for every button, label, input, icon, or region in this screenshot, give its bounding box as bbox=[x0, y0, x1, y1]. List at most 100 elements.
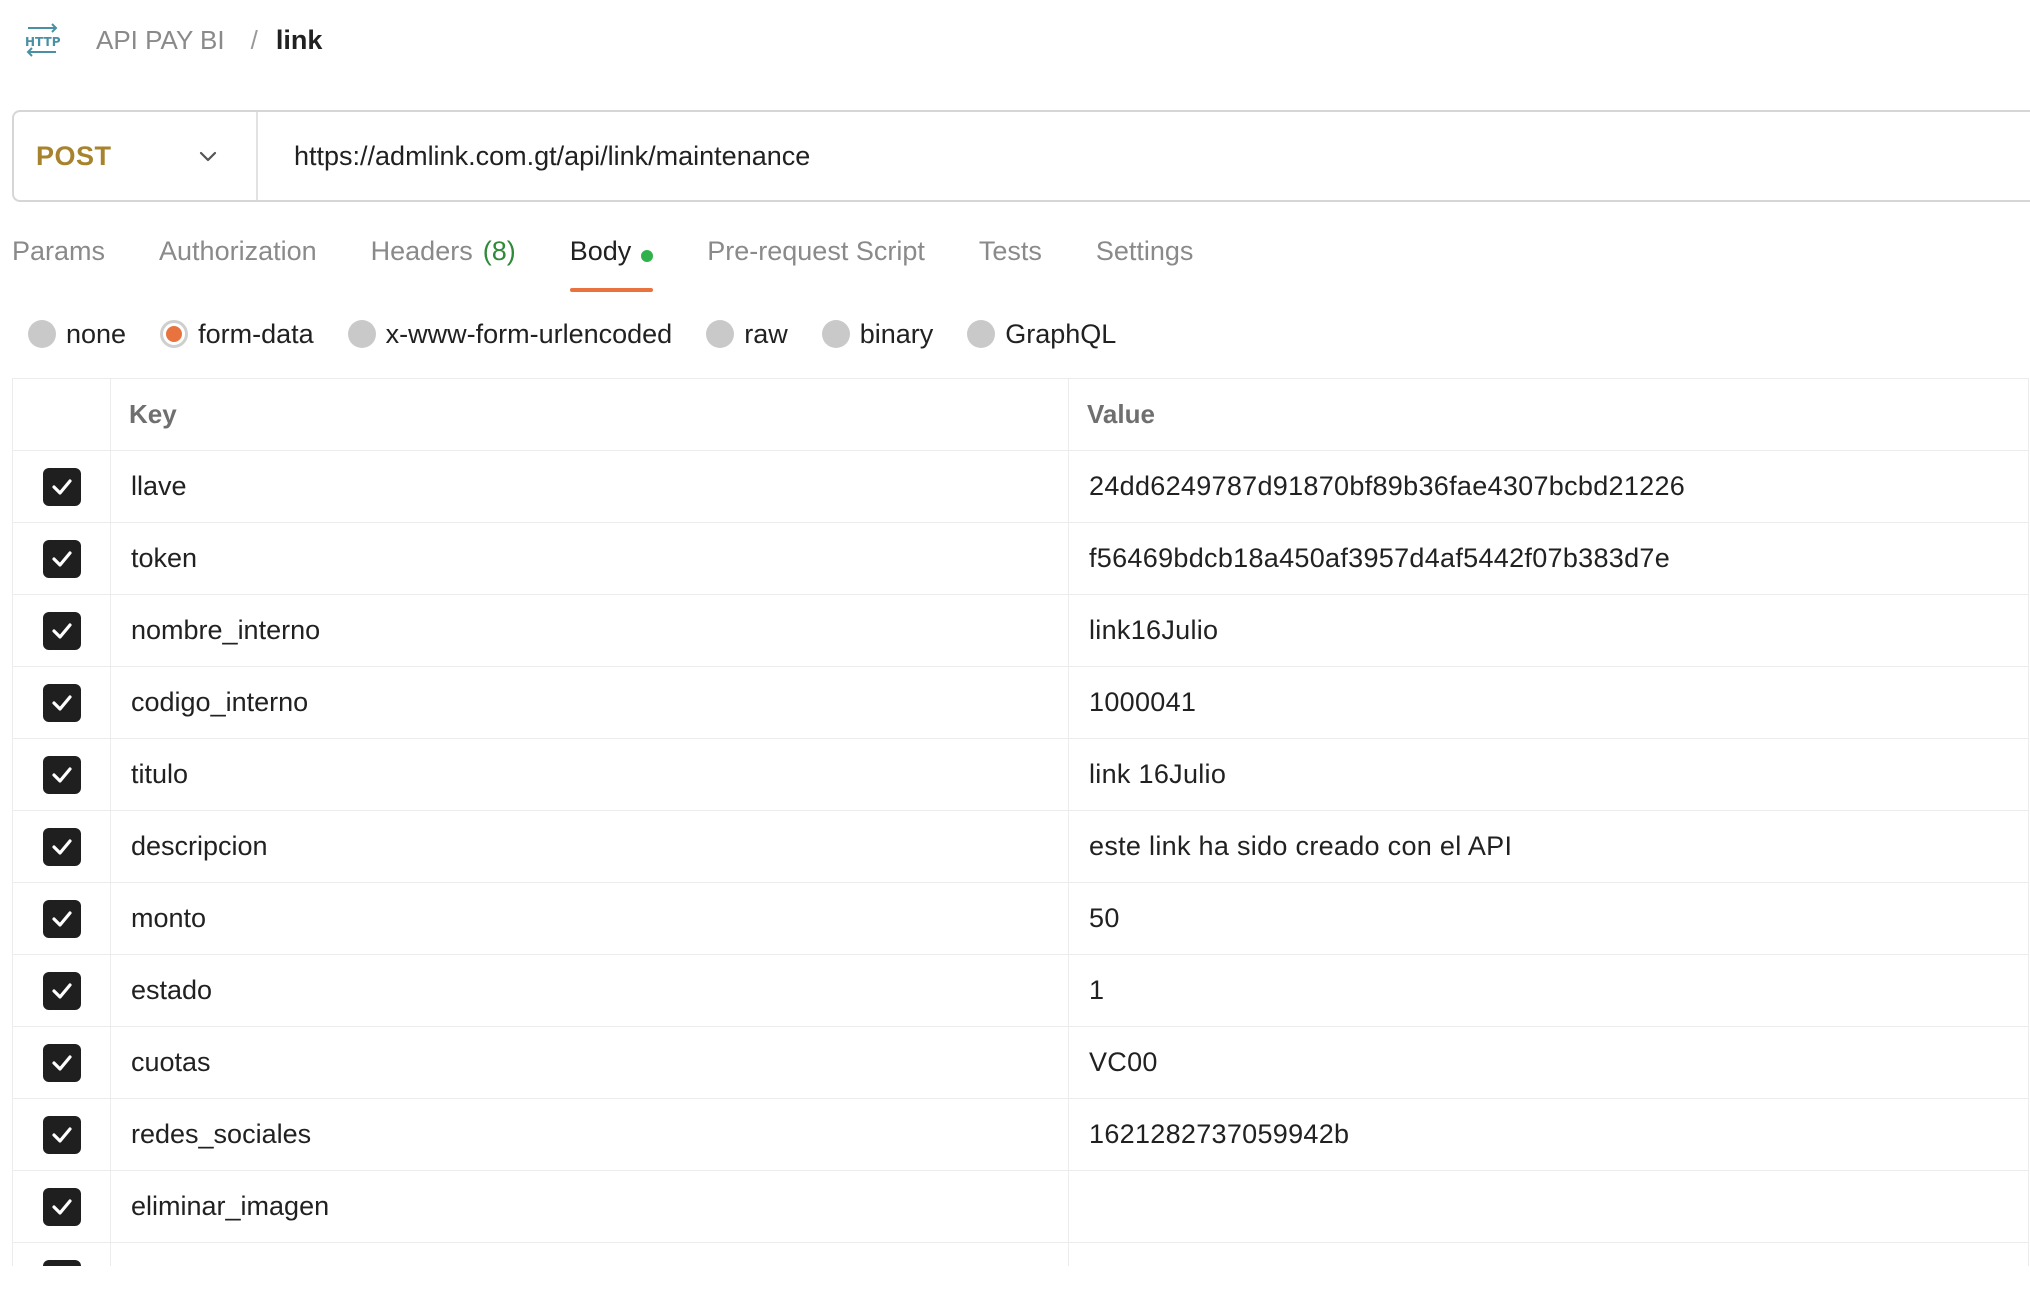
row-value[interactable]: 1621282737059942b bbox=[1068, 1098, 2029, 1171]
svg-text:HTTP: HTTP bbox=[25, 35, 61, 49]
row-key[interactable]: codigo_interno bbox=[110, 666, 1069, 739]
tab-params[interactable]: Params bbox=[12, 232, 105, 292]
radio-label: none bbox=[66, 318, 127, 349]
tab-label: Authorization bbox=[159, 236, 317, 266]
body-indicator-dot bbox=[641, 250, 654, 262]
tab-label: Tests bbox=[978, 236, 1042, 266]
table-row: descripcion este link ha sido creado con… bbox=[12, 810, 2029, 883]
header-key: Key bbox=[110, 378, 1069, 451]
row-checkbox[interactable] bbox=[42, 755, 81, 794]
row-value[interactable]: f56469bdcb18a450af3957d4af5442f07b383d7e bbox=[1068, 522, 2029, 595]
header-value: Value bbox=[1068, 378, 2029, 451]
table-row: llave 24dd6249787d91870bf89b36fae4307bcb… bbox=[12, 450, 2029, 523]
check-icon bbox=[51, 478, 72, 495]
check-icon bbox=[51, 838, 72, 855]
radio-button[interactable] bbox=[706, 320, 735, 348]
row-value[interactable]: 50 bbox=[1068, 882, 2029, 955]
body-type-binary[interactable]: binary bbox=[821, 319, 933, 350]
radio-button[interactable] bbox=[821, 320, 850, 348]
header-checkbox-column bbox=[12, 378, 111, 451]
body-type-raw[interactable]: raw bbox=[706, 319, 788, 350]
tab-label: Headers bbox=[370, 236, 473, 266]
check-icon bbox=[51, 766, 72, 783]
row-checkbox[interactable] bbox=[42, 1043, 81, 1082]
radio-button[interactable] bbox=[28, 320, 56, 348]
row-key[interactable]: llave bbox=[110, 450, 1069, 523]
row-key[interactable]: redes_sociales bbox=[110, 1098, 1069, 1171]
body-type-graphql[interactable]: GraphQL bbox=[967, 319, 1116, 350]
request-tabs: Params Authorization Headers (8) Body Pre… bbox=[12, 232, 1247, 292]
check-icon bbox=[51, 910, 72, 927]
check-icon bbox=[51, 982, 72, 999]
row-key[interactable]: cuotas bbox=[110, 1026, 1069, 1099]
row-checkbox[interactable] bbox=[42, 899, 81, 938]
radio-button[interactable] bbox=[967, 320, 996, 348]
radio-button-selected[interactable] bbox=[160, 320, 189, 348]
method-label: POST bbox=[36, 140, 112, 171]
row-value[interactable] bbox=[1068, 1170, 2029, 1243]
check-icon bbox=[51, 550, 72, 567]
tab-pre-request-script[interactable]: Pre-request Script bbox=[707, 232, 925, 292]
check-icon bbox=[51, 1054, 72, 1071]
row-value[interactable]: 24dd6249787d91870bf89b36fae4307bcbd21226 bbox=[1068, 450, 2029, 523]
row-checkbox[interactable] bbox=[42, 1115, 81, 1154]
body-type-form-data[interactable]: form-data bbox=[160, 319, 314, 350]
url-input[interactable] bbox=[258, 112, 2030, 200]
row-checkbox[interactable] bbox=[42, 467, 81, 506]
row-key[interactable]: monto bbox=[110, 882, 1069, 955]
body-type-none[interactable]: none bbox=[28, 319, 126, 350]
table-row: eliminar_imagen bbox=[12, 1170, 2029, 1243]
row-checkbox[interactable] bbox=[42, 827, 81, 866]
row-value[interactable]: 1000041 bbox=[1068, 666, 2029, 739]
radio-button[interactable] bbox=[347, 320, 376, 348]
tab-label: Params bbox=[12, 236, 106, 266]
row-value[interactable]: link16Julio bbox=[1068, 594, 2029, 667]
tab-label: Settings bbox=[1095, 236, 1194, 266]
check-icon bbox=[51, 1126, 72, 1143]
viewport-cutoff bbox=[0, 1266, 2030, 1300]
tab-tests[interactable]: Tests bbox=[979, 232, 1042, 292]
row-key[interactable]: token bbox=[110, 522, 1069, 595]
table-row: estado 1 bbox=[12, 954, 2029, 1027]
row-key[interactable]: estado bbox=[110, 954, 1069, 1027]
method-select[interactable]: POST bbox=[14, 112, 258, 200]
check-icon bbox=[51, 1198, 72, 1215]
table-row: redes_sociales 1621282737059942b bbox=[12, 1098, 2029, 1171]
breadcrumb-separator: / bbox=[250, 24, 258, 55]
row-value[interactable]: link 16Julio bbox=[1068, 738, 2029, 811]
body-type-urlencoded[interactable]: x-www-form-urlencoded bbox=[347, 318, 673, 350]
table-row: nombre_interno link16Julio bbox=[12, 594, 2029, 667]
row-key[interactable]: nombre_interno bbox=[110, 594, 1069, 667]
row-checkbox[interactable] bbox=[42, 971, 81, 1010]
row-checkbox[interactable] bbox=[42, 539, 81, 578]
form-data-table: Key Value llave 24dd6249787d91870bf89b36… bbox=[12, 378, 2029, 1300]
row-checkbox[interactable] bbox=[42, 611, 81, 650]
row-checkbox[interactable] bbox=[42, 1187, 81, 1226]
row-value[interactable]: 1 bbox=[1068, 954, 2029, 1027]
row-checkbox[interactable] bbox=[42, 683, 81, 722]
table-row: codigo_interno 1000041 bbox=[12, 666, 2029, 739]
tab-label: Pre-request Script bbox=[707, 236, 925, 266]
breadcrumb-request-name[interactable]: link bbox=[276, 25, 323, 56]
tab-label: Body bbox=[569, 236, 632, 266]
tab-authorization[interactable]: Authorization bbox=[159, 232, 317, 292]
row-value[interactable]: VC00 bbox=[1068, 1026, 2029, 1099]
row-key[interactable]: eliminar_imagen bbox=[110, 1170, 1069, 1243]
request-url-bar: POST bbox=[12, 110, 2030, 202]
body-type-options: none form-data x-www-form-urlencoded raw… bbox=[28, 312, 1150, 356]
tab-headers[interactable]: Headers (8) bbox=[371, 232, 516, 292]
check-icon bbox=[51, 622, 72, 639]
radio-label: x-www-form-urlencoded bbox=[385, 318, 673, 349]
table-row: monto 50 bbox=[12, 882, 2029, 955]
row-key[interactable]: descripcion bbox=[110, 810, 1069, 883]
tab-body[interactable]: Body bbox=[569, 232, 654, 292]
row-value[interactable]: este link ha sido creado con el API bbox=[1068, 810, 2029, 883]
table-row: token f56469bdcb18a450af3957d4af5442f07b… bbox=[12, 522, 2029, 595]
radio-label: GraphQL bbox=[1005, 318, 1117, 349]
tab-settings[interactable]: Settings bbox=[1096, 232, 1194, 292]
headers-count: (8) bbox=[482, 236, 516, 266]
http-icon: HTTP bbox=[22, 20, 62, 60]
breadcrumb-collection[interactable]: API PAY BI bbox=[96, 25, 225, 56]
check-icon bbox=[51, 694, 72, 711]
row-key[interactable]: titulo bbox=[110, 738, 1069, 811]
